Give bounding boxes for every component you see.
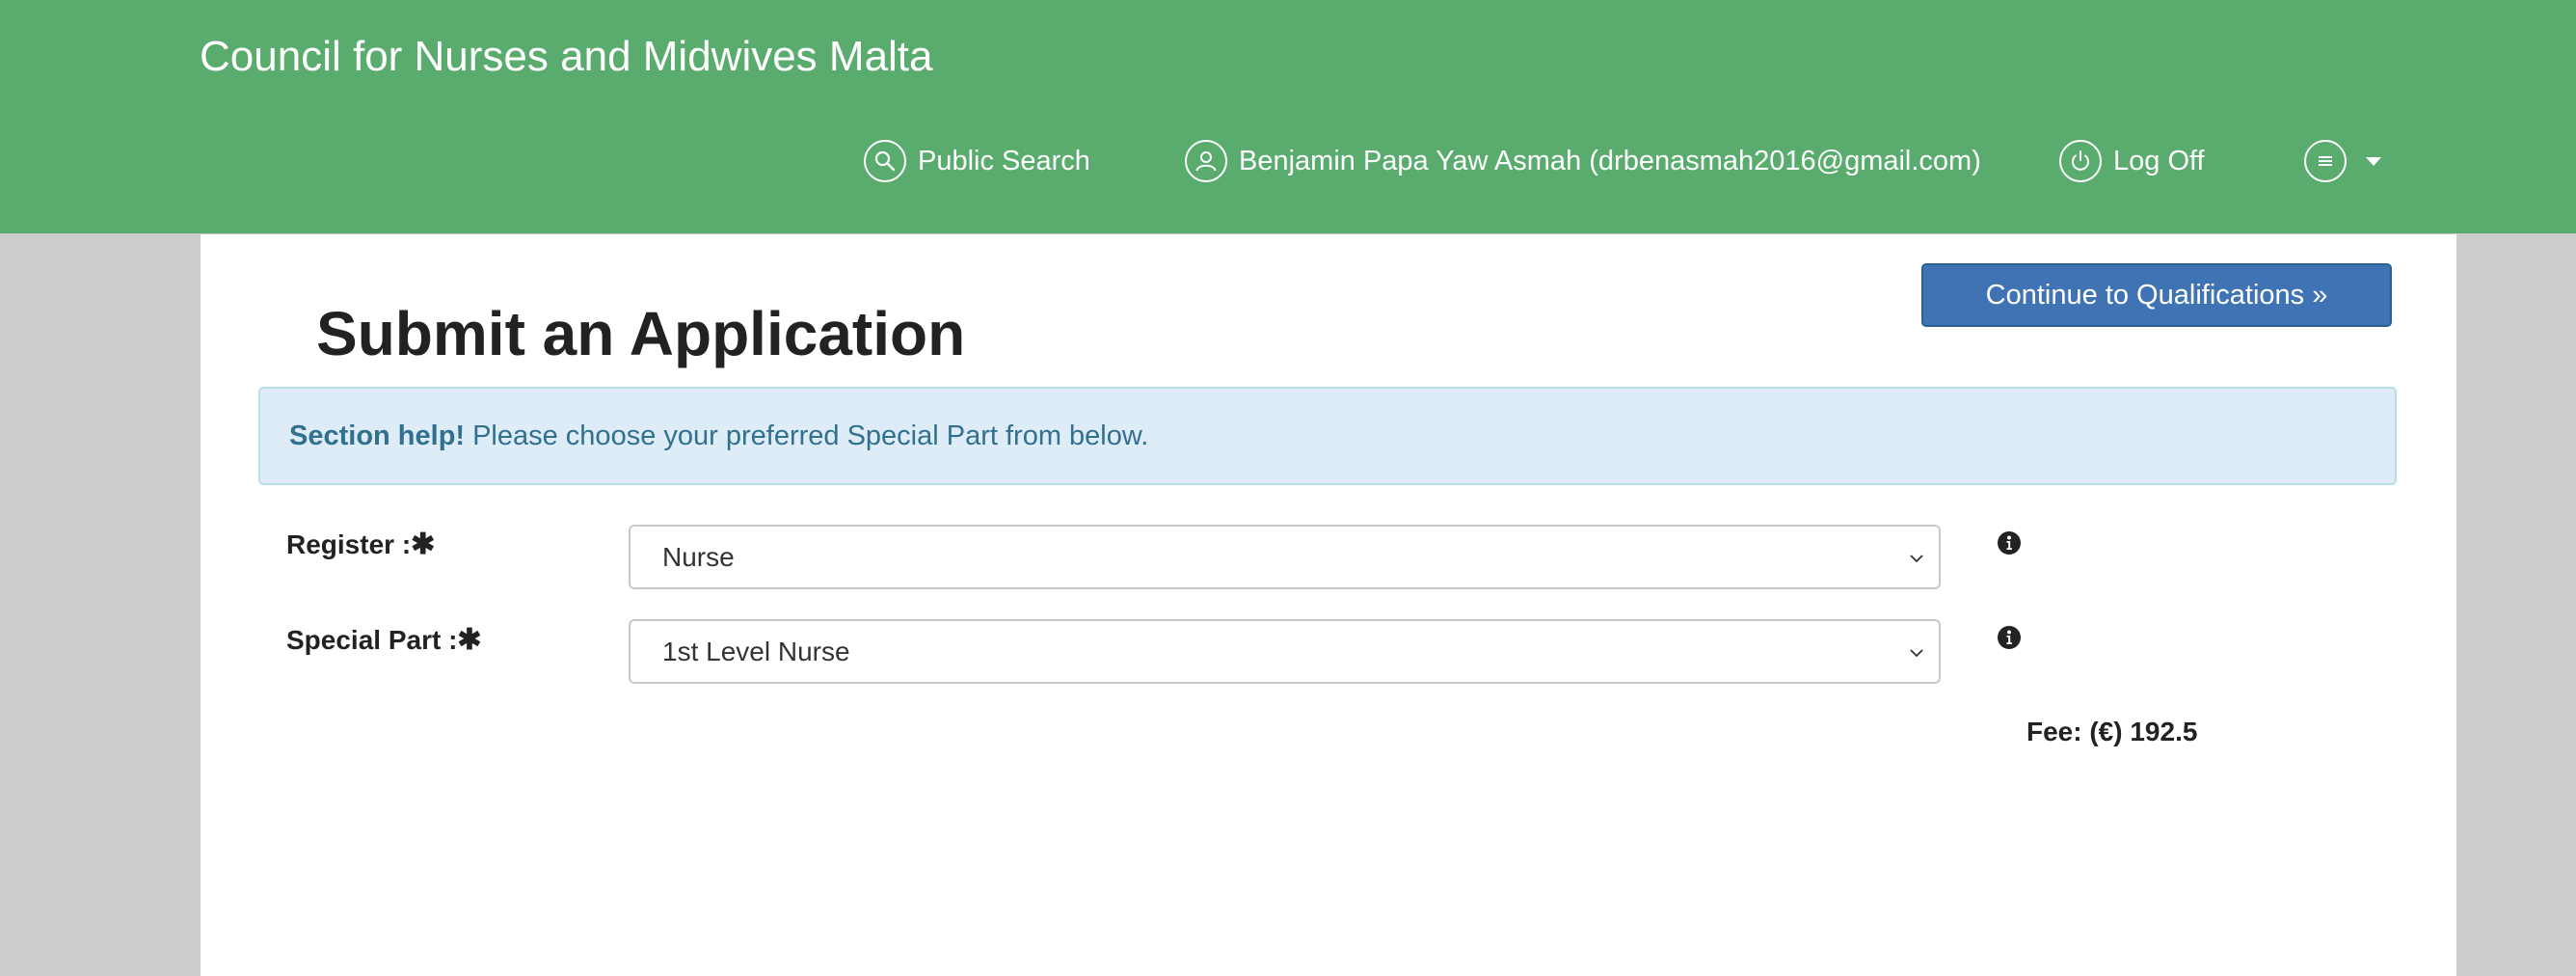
special-part-info-icon[interactable] <box>1997 625 2022 650</box>
log-off-label: Log Off <box>2113 145 2205 176</box>
power-icon <box>2059 140 2102 182</box>
required-marker: ✱ <box>457 624 482 656</box>
required-marker: ✱ <box>411 529 436 560</box>
fee-amount: Fee: (€) 192.5 <box>2026 717 2198 746</box>
special-part-selected-value: 1st Level Nurse <box>662 636 850 666</box>
log-off-link[interactable]: Log Off <box>2059 136 2205 186</box>
user-icon <box>1185 140 1227 182</box>
register-label: Register :✱ <box>286 529 436 560</box>
special-part-label: Special Part :✱ <box>286 624 482 656</box>
search-icon <box>864 140 906 182</box>
menu-icon <box>2304 140 2347 182</box>
public-search-label: Public Search <box>918 145 1090 176</box>
page-title: Submit an Application <box>316 299 966 368</box>
caret-down-icon <box>2366 156 2381 166</box>
menu-dropdown-toggle[interactable] <box>2304 136 2381 186</box>
user-account-label: Benjamin Papa Yaw Asmah (drbenasmah2016@… <box>1239 145 1981 176</box>
public-search-link[interactable]: Public Search <box>864 136 1090 186</box>
register-selected-value: Nurse <box>662 541 735 572</box>
site-title[interactable]: Council for Nurses and Midwives Malta <box>200 33 933 81</box>
section-help-text: Please choose your preferred Special Par… <box>472 420 1149 451</box>
section-help-alert: Section help! Please choose your preferr… <box>258 387 2397 485</box>
special-part-select[interactable]: 1st Level Nurse <box>629 619 1941 684</box>
main-content: Submit an Application Continue to Qualif… <box>201 234 2456 976</box>
continue-to-qualifications-button[interactable]: Continue to Qualifications » <box>1921 263 2392 327</box>
section-help-label: Section help! <box>289 420 466 451</box>
register-info-icon[interactable] <box>1997 530 2022 556</box>
chevron-down-icon <box>1910 555 1923 563</box>
top-navbar: Council for Nurses and Midwives Malta Pu… <box>0 0 2576 233</box>
chevron-down-icon <box>1910 649 1923 658</box>
register-select[interactable]: Nurse <box>629 525 1941 589</box>
user-account-link[interactable]: Benjamin Papa Yaw Asmah (drbenasmah2016@… <box>1185 136 1981 186</box>
